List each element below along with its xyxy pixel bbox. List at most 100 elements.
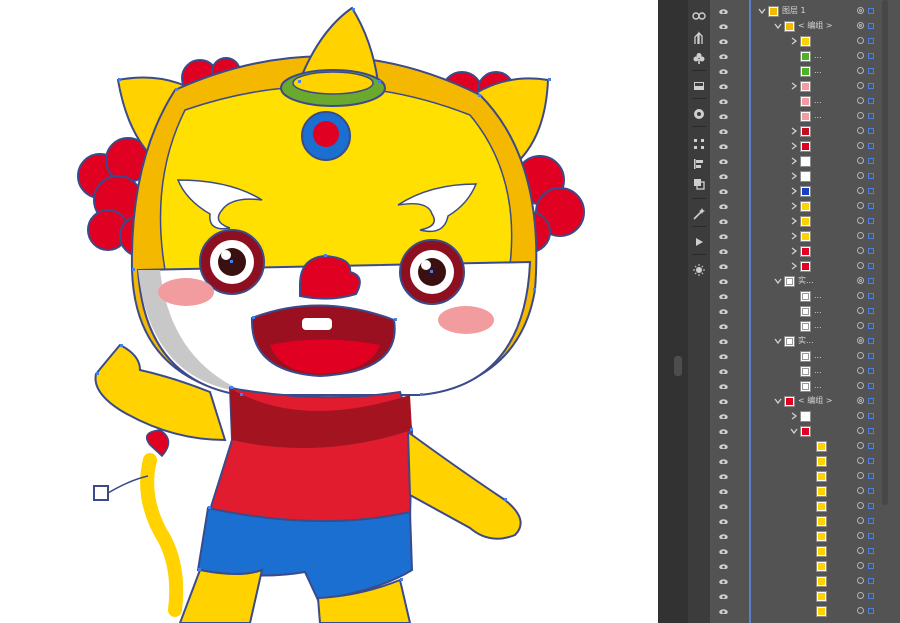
layer-row[interactable] [710,214,900,229]
visibility-eye-icon[interactable] [719,174,728,179]
target-circle-icon[interactable] [857,577,864,584]
visibility-eye-icon[interactable] [719,279,728,284]
selection-square-icon[interactable] [868,518,874,524]
panel-divider[interactable] [658,0,688,623]
chevron-right-icon[interactable] [790,37,798,45]
chevron-right-icon[interactable] [790,82,798,90]
visibility-eye-icon[interactable] [719,444,728,449]
layer-row[interactable] [710,199,900,214]
target-circle-icon[interactable] [857,202,864,209]
selection-square-icon[interactable] [868,428,874,434]
selection-square-icon[interactable] [868,38,874,44]
visibility-eye-icon[interactable] [719,249,728,254]
layer-name[interactable]: ... [814,110,822,122]
layer-row[interactable] [710,559,900,574]
layer-row[interactable]: ... [710,49,900,64]
visibility-eye-icon[interactable] [719,54,728,59]
target-circle-icon[interactable] [857,367,864,374]
visibility-eye-icon[interactable] [719,519,728,524]
color-guide-icon[interactable] [690,106,708,122]
layer-row[interactable] [710,529,900,544]
target-circle-icon[interactable] [857,277,864,284]
visibility-eye-icon[interactable] [719,84,728,89]
visibility-eye-icon[interactable] [719,549,728,554]
selection-square-icon[interactable] [868,173,874,179]
selection-square-icon[interactable] [868,23,874,29]
selection-square-icon[interactable] [868,473,874,479]
artboard-icon[interactable] [690,78,708,94]
target-circle-icon[interactable] [857,487,864,494]
chevron-down-icon[interactable] [774,22,782,30]
layer-name[interactable]: ... [814,50,822,62]
divider-handle[interactable] [674,356,682,376]
selection-square-icon[interactable] [868,338,874,344]
chevron-down-icon[interactable] [774,337,782,345]
mascot-arm-right[interactable] [406,429,522,540]
target-circle-icon[interactable] [857,172,864,179]
target-circle-icon[interactable] [857,412,864,419]
target-circle-icon[interactable] [857,607,864,614]
target-circle-icon[interactable] [857,337,864,344]
selection-square-icon[interactable] [868,323,874,329]
layer-row[interactable] [710,439,900,454]
target-circle-icon[interactable] [857,262,864,269]
target-circle-icon[interactable] [857,397,864,404]
visibility-eye-icon[interactable] [719,264,728,269]
visibility-eye-icon[interactable] [719,159,728,164]
target-circle-icon[interactable] [857,472,864,479]
layer-row[interactable]: ... [710,304,900,319]
layer-name[interactable]: ... [814,365,822,377]
target-circle-icon[interactable] [857,187,864,194]
target-circle-icon[interactable] [857,427,864,434]
selection-square-icon[interactable] [868,413,874,419]
target-circle-icon[interactable] [857,352,864,359]
selection-square-icon[interactable] [868,488,874,494]
mascot-tail[interactable] [140,453,184,617]
visibility-eye-icon[interactable] [719,414,728,419]
layer-row[interactable]: ... [710,364,900,379]
selection-square-icon[interactable] [868,548,874,554]
selection-square-icon[interactable] [868,398,874,404]
target-circle-icon[interactable] [857,157,864,164]
target-circle-icon[interactable] [857,457,864,464]
selection-square-icon[interactable] [868,383,874,389]
chevron-right-icon[interactable] [790,262,798,270]
visibility-eye-icon[interactable] [719,534,728,539]
link-icon[interactable] [690,8,708,24]
chevron-down-icon[interactable] [758,7,766,15]
selection-square-icon[interactable] [868,293,874,299]
layer-name[interactable]: 实... [798,335,814,347]
layer-row[interactable]: ... [710,319,900,334]
play-icon[interactable] [690,234,708,250]
layer-row[interactable] [710,484,900,499]
visibility-eye-icon[interactable] [719,609,728,614]
chevron-right-icon[interactable] [790,202,798,210]
visibility-eye-icon[interactable] [719,579,728,584]
layer-row[interactable] [710,574,900,589]
selection-square-icon[interactable] [868,368,874,374]
layer-row[interactable]: 实... [710,274,900,289]
chevron-down-icon[interactable] [790,427,798,435]
visibility-eye-icon[interactable] [719,129,728,134]
chevron-down-icon[interactable] [774,397,782,405]
visibility-eye-icon[interactable] [719,294,728,299]
target-circle-icon[interactable] [857,517,864,524]
sun-icon[interactable] [690,262,708,278]
target-circle-icon[interactable] [857,37,864,44]
layer-row[interactable]: ... [710,289,900,304]
layer-name[interactable]: ... [814,95,822,107]
selection-square-icon[interactable] [868,533,874,539]
layer-row[interactable]: ... [710,64,900,79]
selection-square-icon[interactable] [868,353,874,359]
layer-row[interactable]: < 编组 > [710,19,900,34]
layer-row[interactable]: ... [710,349,900,364]
visibility-eye-icon[interactable] [719,594,728,599]
selection-square-icon[interactable] [868,248,874,254]
chevron-right-icon[interactable] [790,217,798,225]
visibility-eye-icon[interactable] [719,339,728,344]
layer-row[interactable] [710,124,900,139]
chevron-right-icon[interactable] [790,232,798,240]
layer-name[interactable]: ... [814,320,822,332]
visibility-eye-icon[interactable] [719,474,728,479]
visibility-eye-icon[interactable] [719,324,728,329]
